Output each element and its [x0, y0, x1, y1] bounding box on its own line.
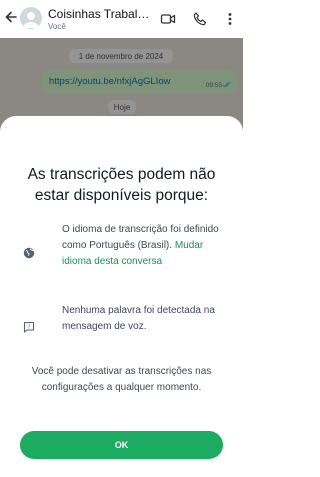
- back-arrow-icon[interactable]: [4, 10, 18, 24]
- chat-subtitle: Você: [48, 22, 66, 31]
- sheet-title: As transcrições podem não estar disponív…: [27, 166, 216, 204]
- group-avatar-icon: [23, 12, 39, 28]
- voice-message-icon: ?: [23, 321, 35, 333]
- more-options-icon[interactable]: [222, 11, 238, 27]
- bottom-sheet: As transcrições podem não estar disponív…: [0, 116, 243, 477]
- chat-title[interactable]: Coisinhas Trabalh...: [48, 7, 152, 21]
- ok-button[interactable]: OK: [20, 431, 223, 459]
- settings-note: Você pode desativar as transcrições nas …: [31, 366, 212, 393]
- voice-call-icon[interactable]: [192, 11, 208, 27]
- video-call-icon[interactable]: [160, 11, 176, 27]
- group-avatar[interactable]: [20, 7, 42, 29]
- chat-header: Coisinhas Trabalh... Você: [0, 0, 243, 38]
- globe-icon: [23, 247, 35, 259]
- reason-language: O idioma de transcrição foi definido com…: [62, 222, 234, 270]
- svg-text:?: ?: [28, 325, 31, 331]
- reason-no-words: Nenhuma palavra foi detectada na mensage…: [62, 305, 215, 332]
